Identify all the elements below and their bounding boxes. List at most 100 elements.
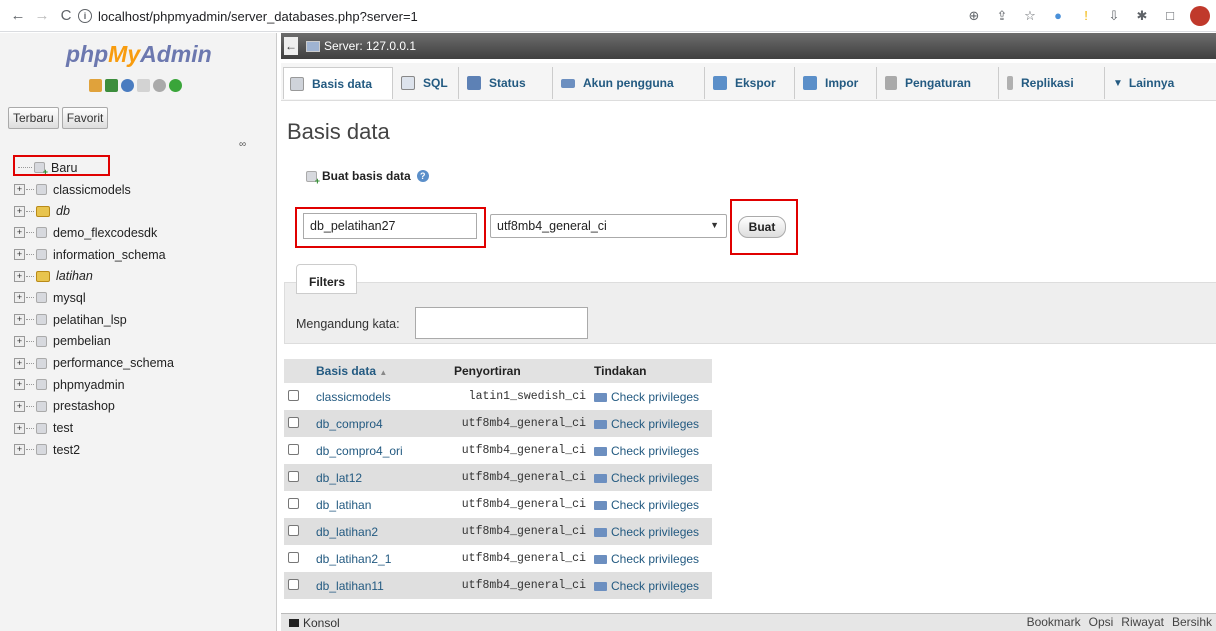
database-name[interactable]: db_latihan bbox=[312, 491, 450, 518]
column-header-name[interactable]: Basis data ▲ bbox=[312, 359, 450, 383]
row-checkbox[interactable] bbox=[288, 578, 299, 590]
sort-asc-icon[interactable]: ▲ bbox=[379, 368, 387, 377]
tab-replication[interactable]: Replikasi bbox=[1001, 67, 1105, 99]
database-name[interactable]: db_latihan11 bbox=[312, 572, 450, 599]
row-select-cell[interactable] bbox=[284, 464, 312, 491]
collapse-arrow-icon[interactable]: ← bbox=[284, 37, 298, 55]
expand-icon[interactable]: + bbox=[14, 314, 25, 326]
logout-icon[interactable] bbox=[105, 79, 118, 92]
tree-item-label[interactable]: test bbox=[53, 421, 73, 435]
action-label[interactable]: Check privileges bbox=[611, 390, 699, 404]
row-checkbox[interactable] bbox=[288, 524, 299, 536]
tree-item-prestashop[interactable]: + prestashop bbox=[14, 396, 174, 418]
action-label[interactable]: Check privileges bbox=[611, 579, 699, 593]
download-icon[interactable]: ⇩ bbox=[1106, 8, 1122, 24]
tree-item-phpmyadmin[interactable]: + phpmyadmin bbox=[14, 374, 174, 396]
row-checkbox[interactable] bbox=[288, 389, 299, 401]
tab-more[interactable]: ▼ Lainnya bbox=[1107, 67, 1203, 99]
console-toggle[interactable]: Konsol bbox=[289, 616, 340, 630]
tree-item-label[interactable]: performance_schema bbox=[53, 356, 174, 370]
tab-status[interactable]: Status bbox=[461, 67, 553, 99]
check-privileges-link[interactable]: Check privileges bbox=[590, 437, 712, 464]
tree-item-label[interactable]: prestashop bbox=[53, 399, 115, 413]
forward-arrow-icon[interactable]: → bbox=[30, 7, 54, 24]
check-privileges-link[interactable]: Check privileges bbox=[590, 545, 712, 572]
tab-sql[interactable]: SQL bbox=[395, 67, 459, 99]
bookmark-link[interactable]: Bookmark bbox=[1027, 615, 1081, 629]
tree-item-latihan[interactable]: + latihan bbox=[14, 265, 174, 287]
profile-avatar[interactable] bbox=[1190, 6, 1210, 26]
tree-item-mysql[interactable]: + mysql bbox=[14, 287, 174, 309]
row-checkbox[interactable] bbox=[288, 497, 299, 509]
alert-extension-icon[interactable]: ! bbox=[1078, 8, 1094, 24]
console-label[interactable]: Konsol bbox=[303, 616, 340, 630]
tree-item-information-schema[interactable]: + information_schema bbox=[14, 244, 174, 266]
clear-link[interactable]: Bersihk bbox=[1172, 615, 1212, 629]
tab-export[interactable]: Ekspor bbox=[707, 67, 795, 99]
tree-item-demo-flexcodesdk[interactable]: + demo_flexcodesdk bbox=[14, 222, 174, 244]
link-chain-icon[interactable]: ∞ bbox=[239, 139, 246, 150]
expand-icon[interactable]: + bbox=[14, 184, 25, 196]
puzzle-icon[interactable]: ✱ bbox=[1134, 8, 1150, 24]
action-label[interactable]: Check privileges bbox=[611, 552, 699, 566]
expand-icon[interactable]: + bbox=[14, 357, 25, 369]
favorite-button[interactable]: Favorit bbox=[61, 107, 109, 129]
info-icon[interactable]: i bbox=[78, 9, 92, 23]
expand-icon[interactable]: + bbox=[14, 379, 25, 391]
url-text[interactable]: localhost/phpmyadmin/server_databases.ph… bbox=[98, 9, 418, 24]
tab-settings[interactable]: Pengaturan bbox=[879, 67, 999, 99]
window-icon[interactable]: □ bbox=[1162, 8, 1178, 24]
tree-item-label[interactable]: classicmodels bbox=[53, 183, 131, 197]
action-label[interactable]: Check privileges bbox=[611, 498, 699, 512]
check-privileges-link[interactable]: Check privileges bbox=[590, 464, 712, 491]
tree-item-pembelian[interactable]: + pembelian bbox=[14, 331, 174, 353]
expand-icon[interactable]: + bbox=[14, 335, 25, 347]
tree-item-label[interactable]: mysql bbox=[53, 291, 86, 305]
tree-item-label[interactable]: information_schema bbox=[53, 248, 166, 262]
row-checkbox[interactable] bbox=[288, 416, 299, 428]
database-name[interactable]: db_lat12 bbox=[312, 464, 450, 491]
expand-icon[interactable]: + bbox=[14, 292, 25, 304]
tree-item-label[interactable]: demo_flexcodesdk bbox=[53, 226, 157, 240]
expand-icon[interactable]: + bbox=[14, 205, 25, 217]
zoom-icon[interactable]: ⊕ bbox=[966, 8, 982, 24]
tree-item-db[interactable]: + db bbox=[14, 200, 174, 222]
database-name[interactable]: db_latihan2 bbox=[312, 518, 450, 545]
check-privileges-link[interactable]: Check privileges bbox=[590, 572, 712, 599]
tree-item-label[interactable]: pembelian bbox=[53, 334, 111, 348]
action-label[interactable]: Check privileges bbox=[611, 417, 699, 431]
check-privileges-link[interactable]: Check privileges bbox=[590, 383, 712, 410]
recent-button[interactable]: Terbaru bbox=[8, 107, 59, 129]
row-select-cell[interactable] bbox=[284, 572, 312, 599]
database-name[interactable]: db_latihan2_1 bbox=[312, 545, 450, 572]
settings-gear-icon[interactable] bbox=[153, 79, 166, 92]
collation-select[interactable]: utf8mb4_general_ci ▼ bbox=[490, 214, 727, 238]
tree-item-performance-schema[interactable]: + performance_schema bbox=[14, 352, 174, 374]
row-select-cell[interactable] bbox=[284, 437, 312, 464]
tree-item-label[interactable]: db bbox=[56, 204, 70, 218]
history-link[interactable]: Riwayat bbox=[1121, 615, 1164, 629]
row-select-cell[interactable] bbox=[284, 410, 312, 437]
expand-icon[interactable]: + bbox=[14, 422, 25, 434]
help-icon[interactable]: ? bbox=[416, 170, 429, 182]
expand-icon[interactable]: + bbox=[14, 249, 25, 261]
star-icon[interactable]: ☆ bbox=[1022, 8, 1038, 24]
phpmyadmin-logo[interactable]: phpMyAdmin bbox=[66, 41, 212, 68]
tree-item-classicmodels[interactable]: + classicmodels bbox=[14, 179, 174, 201]
expand-icon[interactable]: + bbox=[14, 227, 25, 239]
tree-item-label[interactable]: test2 bbox=[53, 443, 80, 457]
tab-import[interactable]: Impor bbox=[797, 67, 877, 99]
action-label[interactable]: Check privileges bbox=[611, 444, 699, 458]
tab-databases[interactable]: Basis data bbox=[283, 67, 393, 99]
docs-icon[interactable] bbox=[137, 79, 150, 92]
check-privileges-link[interactable]: Check privileges bbox=[590, 518, 712, 545]
expand-icon[interactable]: + bbox=[14, 270, 25, 282]
expand-icon[interactable]: + bbox=[14, 400, 25, 412]
row-checkbox[interactable] bbox=[288, 470, 299, 482]
tab-user-accounts[interactable]: Akun pengguna bbox=[555, 67, 705, 99]
tree-item-pelatihan-lsp[interactable]: + pelatihan_lsp bbox=[14, 309, 174, 331]
row-checkbox[interactable] bbox=[288, 443, 299, 455]
back-arrow-icon[interactable]: ← bbox=[6, 7, 30, 24]
row-select-cell[interactable] bbox=[284, 383, 312, 410]
row-checkbox[interactable] bbox=[288, 551, 299, 563]
